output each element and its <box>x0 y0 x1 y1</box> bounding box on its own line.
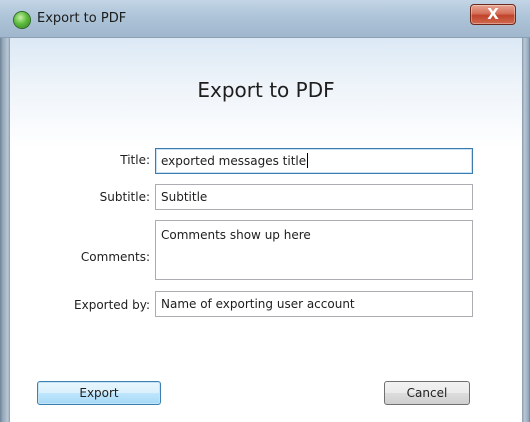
exported-by-label: Exported by: <box>74 298 150 312</box>
exported-by-input[interactable]: Name of exporting user account <box>155 291 473 317</box>
window-title: Export to PDF <box>37 11 127 26</box>
title-label: Title: <box>120 153 150 167</box>
comments-textarea-value: Comments show up here <box>161 228 311 242</box>
export-dialog-window: Export to PDF X Export to PDF Title: exp… <box>0 0 530 422</box>
title-input-value: exported messages title <box>161 154 307 168</box>
text-caret <box>307 153 309 168</box>
subtitle-input-value: Subtitle <box>161 190 208 204</box>
close-icon: X <box>487 5 499 23</box>
dialog-content: Export to PDF Title: exported messages t… <box>10 38 522 422</box>
title-input[interactable]: exported messages title <box>155 148 473 174</box>
window-frame-left <box>0 0 10 422</box>
export-button[interactable]: Export <box>37 381 161 405</box>
exported-by-input-value: Name of exporting user account <box>161 297 355 311</box>
comments-textarea[interactable]: Comments show up here <box>155 220 473 280</box>
close-button[interactable]: X <box>470 4 516 25</box>
subtitle-label: Subtitle: <box>99 190 150 204</box>
cancel-button[interactable]: Cancel <box>384 381 470 405</box>
title-bar[interactable]: Export to PDF X <box>0 0 530 38</box>
window-frame-right <box>522 0 530 422</box>
app-icon <box>14 12 30 28</box>
comments-label: Comments: <box>80 250 150 264</box>
subtitle-input[interactable]: Subtitle <box>155 184 473 210</box>
dialog-heading: Export to PDF <box>197 78 335 102</box>
